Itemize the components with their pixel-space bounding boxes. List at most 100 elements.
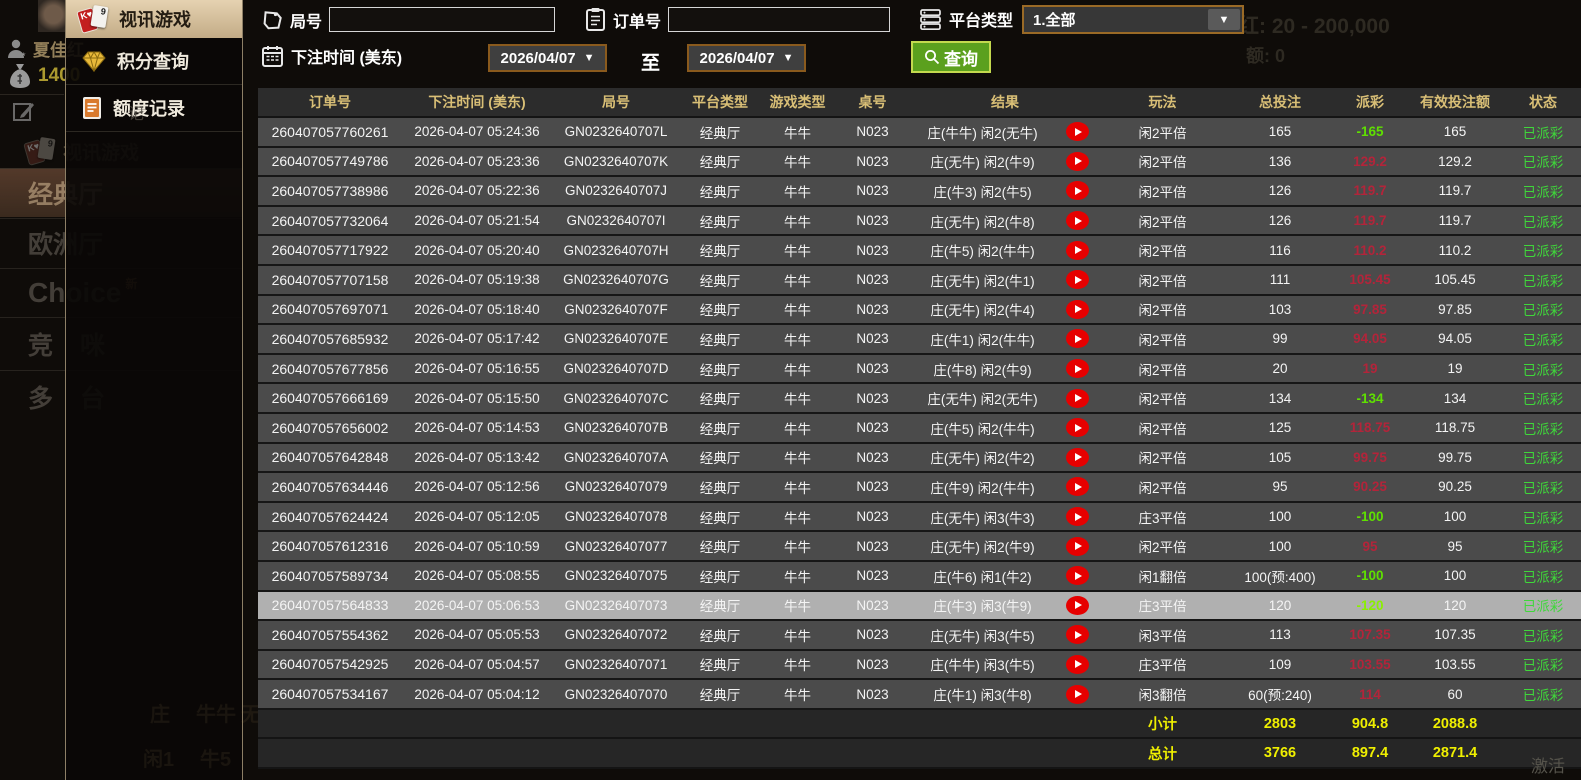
play-triangle-icon — [1075, 512, 1082, 521]
cell-total-bet: 126 — [1268, 183, 1292, 199]
menu-item-video-games[interactable]: K♥ 9 视讯游戏 — [66, 0, 242, 38]
date-to-select[interactable]: 2026/04/07 ▼ — [687, 44, 806, 72]
replay-play-icon[interactable] — [1066, 270, 1089, 290]
replay-play-icon[interactable] — [1066, 418, 1089, 438]
table-row[interactable]: 260407057612316 2026-04-07 05:10:59 GN02… — [258, 532, 1581, 562]
play-triangle-icon — [1075, 630, 1082, 639]
cell-total-bet: 165 — [1268, 124, 1292, 140]
table-row[interactable]: 260407057656002 2026-04-07 05:14:53 GN02… — [258, 413, 1581, 444]
clipboard-icon — [586, 8, 605, 31]
cell-order-no: 260407057542925 — [271, 656, 389, 673]
cell-payout: 118.75 — [1349, 420, 1391, 436]
order-no-label: 订单号 — [613, 13, 662, 31]
cell-game-no: GN0232640707F — [564, 301, 668, 317]
menu-item-credit-records[interactable]: 额度记录 — [66, 85, 242, 132]
table-row[interactable]: 260407057554362 2026-04-07 05:05:53 GN02… — [258, 621, 1581, 651]
cell-status: 已派彩 — [1522, 658, 1564, 674]
table-row[interactable]: 260407057697071 2026-04-07 05:18:40 GN02… — [258, 295, 1581, 326]
replay-play-icon[interactable] — [1066, 507, 1089, 527]
replay-play-icon[interactable] — [1066, 684, 1089, 704]
replay-play-icon[interactable] — [1066, 151, 1089, 171]
subtotal-valid-bet: 2088.8 — [1432, 715, 1478, 732]
table-row[interactable]: 260407057732064 2026-04-07 05:21:54 GN02… — [258, 206, 1581, 237]
cell-play-type: 闲2平倍 — [1138, 421, 1187, 437]
cell-total-bet: 116 — [1269, 242, 1291, 258]
replay-play-icon[interactable] — [1066, 477, 1089, 497]
cell-game-type: 牛牛 — [784, 125, 811, 141]
table-row[interactable]: 260407057677856 2026-04-07 05:16:55 GN02… — [258, 354, 1581, 385]
table-row[interactable]: 260407057634446 2026-04-07 05:12:56 GN02… — [258, 473, 1581, 503]
cell-order-no: 260407057554362 — [271, 626, 389, 643]
search-button-label: 查询 — [944, 49, 978, 69]
cell-bet-time: 2026-04-07 05:04:12 — [414, 686, 540, 702]
replay-play-icon[interactable] — [1066, 388, 1089, 408]
cell-result: 庄(牛9) 闲2(牛牛) — [930, 480, 1035, 496]
menu-item-points-query[interactable]: 积分查询 — [66, 38, 242, 85]
play-triangle-icon — [1075, 216, 1082, 225]
table-row[interactable]: 260407057749786 2026-04-07 05:23:36 GN02… — [258, 147, 1581, 178]
cell-game-no: GN02326407071 — [564, 656, 668, 672]
table-row[interactable]: 260407057685932 2026-04-07 05:17:42 GN02… — [258, 325, 1581, 355]
cell-platform-type: 经典厅 — [699, 421, 741, 437]
replay-play-icon[interactable] — [1066, 654, 1089, 674]
play-triangle-icon — [1075, 364, 1082, 373]
replay-play-icon[interactable] — [1066, 447, 1089, 467]
date-from-select[interactable]: 2026/04/07 ▼ — [488, 44, 607, 72]
cell-result: 庄(无牛) 闲2(牛8) — [930, 214, 1035, 230]
total-total-bet: 3766 — [1263, 745, 1297, 762]
cell-total-bet: 109 — [1268, 656, 1292, 672]
server-icon — [920, 8, 941, 30]
replay-play-icon[interactable] — [1066, 122, 1089, 142]
table-row[interactable]: 260407057666169 2026-04-07 05:15:50 GN02… — [258, 384, 1581, 414]
cell-payout: -100 — [1356, 568, 1384, 584]
replay-play-icon[interactable] — [1066, 240, 1089, 260]
play-triangle-icon — [1075, 334, 1082, 343]
cell-status: 已派彩 — [1522, 273, 1564, 289]
platform-type-select[interactable]: 1.全部 ▼ — [1022, 5, 1244, 34]
table-row[interactable]: 260407057534167 2026-04-07 05:04:12 GN02… — [258, 680, 1581, 710]
cell-platform-type: 经典厅 — [699, 184, 741, 200]
cell-table-no: N023 — [856, 538, 889, 554]
cell-total-bet: 136 — [1268, 153, 1292, 169]
replay-play-icon[interactable] — [1066, 359, 1089, 379]
cell-valid-bet: 19 — [1447, 361, 1463, 377]
replay-play-icon[interactable] — [1066, 536, 1089, 556]
order-no-input[interactable] — [668, 7, 891, 32]
cell-bet-time: 2026-04-07 05:23:36 — [414, 153, 540, 169]
total-label: 总计 — [1148, 746, 1177, 763]
cell-bet-time: 2026-04-07 05:13:42 — [414, 449, 540, 465]
total-row: 总计 3766 897.4 2871.4 — [258, 739, 1581, 770]
cell-game-type: 牛牛 — [784, 421, 811, 437]
table-row[interactable]: 260407057542925 2026-04-07 05:04:57 GN02… — [258, 650, 1581, 681]
table-row[interactable]: 260407057717922 2026-04-07 05:20:40 GN02… — [258, 236, 1581, 266]
game-no-input[interactable] — [329, 7, 556, 32]
cell-status: 已派彩 — [1522, 332, 1564, 348]
table-row[interactable]: 260407057760261 2026-04-07 05:24:36 GN02… — [258, 118, 1581, 148]
cell-order-no: 260407057697071 — [271, 301, 389, 318]
cell-valid-bet: 107.35 — [1434, 627, 1476, 643]
replay-play-icon[interactable] — [1066, 181, 1089, 201]
table-row[interactable]: 260407057624424 2026-04-07 05:12:05 GN02… — [258, 502, 1581, 533]
cell-platform-type: 经典厅 — [699, 273, 741, 289]
cell-valid-bet: 60 — [1447, 686, 1463, 702]
table-row[interactable]: 260407057589734 2026-04-07 05:08:55 GN02… — [258, 561, 1581, 592]
cell-platform-type: 经典厅 — [699, 658, 741, 674]
cell-result: 庄(无牛) 闲2(牛4) — [930, 303, 1035, 319]
cell-play-type: 闲1翻倍 — [1138, 569, 1187, 585]
cell-result: 庄(牛1) 闲3(牛8) — [933, 688, 1032, 704]
table-row[interactable]: 260407057738986 2026-04-07 05:22:36 GN02… — [258, 177, 1581, 207]
table-row[interactable]: 260407057707158 2026-04-07 05:19:38 GN02… — [258, 265, 1581, 296]
menu-item-label: 额度记录 — [113, 99, 185, 119]
replay-play-icon[interactable] — [1066, 566, 1089, 586]
table-body: 260407057760261 2026-04-07 05:24:36 GN02… — [258, 118, 1581, 710]
replay-play-icon[interactable] — [1066, 299, 1089, 319]
replay-play-icon[interactable] — [1066, 329, 1089, 349]
search-button[interactable]: 查询 — [911, 41, 991, 73]
table-row[interactable]: 260407057564833 2026-04-07 05:06:53 GN02… — [258, 591, 1581, 622]
table-row[interactable]: 260407057642848 2026-04-07 05:13:42 GN02… — [258, 443, 1581, 474]
replay-play-icon[interactable] — [1066, 595, 1089, 615]
cell-status: 已派彩 — [1522, 125, 1564, 141]
cell-game-type: 牛牛 — [784, 303, 811, 319]
replay-play-icon[interactable] — [1066, 211, 1089, 231]
replay-play-icon[interactable] — [1066, 625, 1089, 645]
